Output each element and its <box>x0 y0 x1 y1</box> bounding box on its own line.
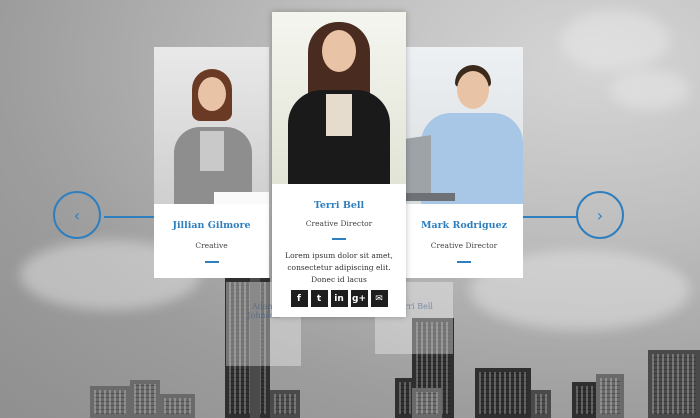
team-role-mark: Creative Director <box>430 241 498 250</box>
team-divider-terri <box>332 238 346 240</box>
team-bio-terri: Lorem ipsum dolor sit amet, consectetur … <box>285 251 393 284</box>
email-icon[interactable]: ✉ <box>370 290 388 307</box>
team-card-terri[interactable]: Terri Bell Creative Director Lorem ipsum… <box>272 12 406 317</box>
team-photo-jillian <box>154 47 269 204</box>
social-links: f t in g+ ✉ <box>272 290 406 307</box>
chevron-left-icon: ‹ <box>73 205 81 225</box>
team-card-jillian[interactable]: Jillian Gilmore Creative <box>154 47 269 278</box>
linkedin-icon[interactable]: in <box>330 290 348 307</box>
team-name-terri: Terri Bell <box>313 200 365 211</box>
team-name-mark: Mark Rodriguez <box>420 220 508 231</box>
team-divider-jillian <box>204 261 219 263</box>
next-arrow-line <box>523 216 577 218</box>
next-arrow-button[interactable]: › <box>576 191 624 239</box>
twitter-icon[interactable]: t <box>310 290 328 307</box>
facebook-icon[interactable]: f <box>290 290 308 307</box>
prev-arrow-line <box>104 216 154 218</box>
team-photo-terri <box>272 12 406 184</box>
googleplus-icon[interactable]: g+ <box>350 290 368 307</box>
team-divider-mark <box>457 261 471 263</box>
team-card-mark[interactable]: Mark Rodriguez Creative Director <box>405 47 523 278</box>
team-role-terri: Creative Director <box>305 219 373 228</box>
team-photo-mark <box>405 47 523 204</box>
team-role-jillian: Creative <box>195 241 228 250</box>
team-name-jillian: Jillian Gilmore <box>172 220 251 231</box>
chevron-right-icon: › <box>596 205 604 225</box>
prev-arrow-button[interactable]: ‹ <box>53 191 101 239</box>
